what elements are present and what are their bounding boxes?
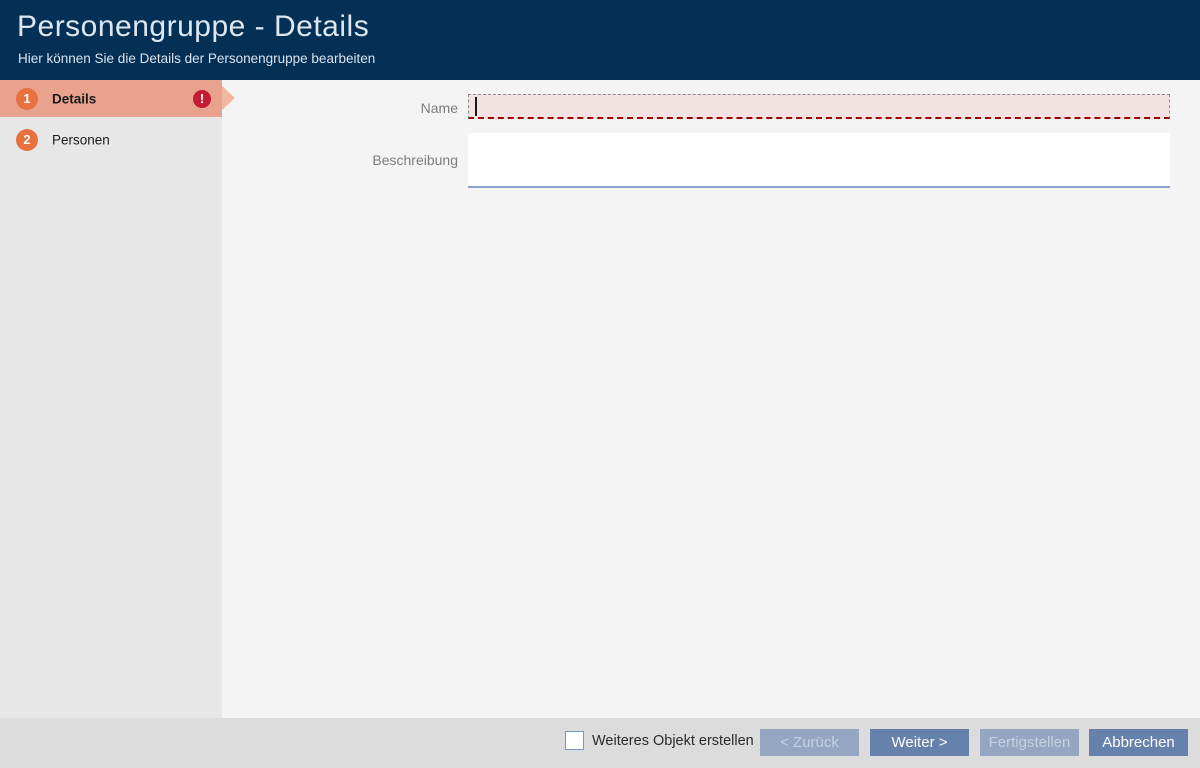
- create-another-checkbox[interactable]: [565, 731, 584, 750]
- name-field-wrapper: [468, 94, 1170, 119]
- page-title: Personengruppe - Details: [17, 10, 369, 44]
- name-input[interactable]: [468, 94, 1170, 119]
- create-another-label[interactable]: Weiteres Objekt erstellen: [592, 733, 754, 749]
- step-number-badge: 2: [16, 129, 38, 151]
- description-field-label: Beschreibung: [290, 152, 458, 168]
- step-item-personen[interactable]: 2 Personen: [0, 122, 222, 157]
- wizard-header: Personengruppe - Details Hier können Sie…: [0, 0, 1200, 80]
- finish-button[interactable]: Fertigstellen: [980, 729, 1079, 756]
- step-label-personen: Personen: [52, 132, 110, 147]
- name-field-label: Name: [290, 100, 458, 116]
- back-button[interactable]: < Zurück: [760, 729, 859, 756]
- step-number-badge: 1: [16, 88, 38, 110]
- next-button[interactable]: Weiter >: [870, 729, 969, 756]
- page-subtitle: Hier können Sie die Details der Personen…: [18, 51, 375, 66]
- description-textarea[interactable]: [468, 133, 1170, 188]
- wizard-step-sidebar: 1 Details ! 2 Personen: [0, 80, 222, 718]
- wizard-footer-bar: Weiteres Objekt erstellen < Zurück Weite…: [0, 718, 1200, 768]
- step-label-details: Details: [52, 91, 96, 106]
- text-cursor: [475, 97, 477, 116]
- active-step-arrow-icon: [222, 86, 235, 110]
- step-item-details[interactable]: 1 Details !: [0, 80, 222, 117]
- cancel-button[interactable]: Abbrechen: [1089, 729, 1188, 756]
- validation-error-icon: !: [193, 90, 211, 108]
